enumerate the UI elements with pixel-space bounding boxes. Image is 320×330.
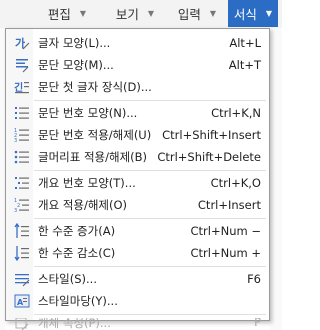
menu-item-para-number-toggle[interactable]: 1 2 3 문단 번호 적용/해제(U) Ctrl+Shift+Insert: [6, 124, 269, 146]
para-shape-icon: [14, 57, 30, 73]
menu-item-shortcut: Ctrl+Num −: [190, 224, 261, 238]
svg-text:3: 3: [14, 208, 17, 213]
svg-text:2: 2: [17, 203, 20, 209]
menu-separator: [34, 266, 266, 267]
menu-bar: 편집 ▼ 보기 ▼ 입력 ▼ 서식 ▼: [0, 0, 282, 29]
menu-item-label: 개요 번호 모양(T)...: [38, 176, 136, 190]
menu-separator: [34, 100, 266, 101]
menu-item-level-increase[interactable]: 한 수준 증가(A) Ctrl+Num −: [6, 220, 269, 242]
menu-format[interactable]: 서식 ▼: [228, 0, 278, 27]
menu-item-level-decrease[interactable]: 한 수준 감소(C) Ctrl+Num +: [6, 242, 269, 264]
menu-item-drop-cap[interactable]: 긴 문단 첫 글자 장식(D)...: [6, 76, 269, 98]
menu-edit[interactable]: 편집 ▼: [30, 0, 104, 27]
para-number-toggle-icon: 1 2 3: [14, 127, 30, 143]
chevron-down-icon: ▼: [265, 9, 273, 18]
menu-item-shortcut: F6: [247, 272, 261, 286]
menu-item-shortcut: Ctrl+Shift+Insert: [162, 128, 261, 142]
menu-item-para-number-shape[interactable]: 문단 번호 모양(N)... Ctrl+K,N: [6, 102, 269, 124]
menu-item-label: 문단 번호 모양(N)...: [38, 106, 138, 120]
outline-toggle-icon: 1 2 3: [14, 197, 30, 213]
menu-item-shortcut: Ctrl+Insert: [197, 198, 261, 212]
menu-view[interactable]: 보기 ▼: [104, 0, 166, 27]
menu-item-shortcut: Alt+T: [228, 58, 261, 72]
chevron-down-icon: ▼: [209, 9, 217, 18]
menu-item-shortcut: Alt+L: [229, 36, 261, 50]
menu-item-label: 문단 번호 적용/해제(U): [38, 128, 152, 142]
menu-item-label: 개체 속성(P)...: [38, 318, 111, 330]
menu-separator: [34, 218, 266, 219]
menu-item-label: 한 수준 증가(A): [38, 224, 116, 238]
bullet-toggle-icon: [14, 149, 30, 165]
menu-item-bullet-toggle[interactable]: 글머리표 적용/해제(B) Ctrl+Shift+Delete: [6, 146, 269, 168]
menu-item-shortcut: Ctrl+K,O: [210, 176, 261, 190]
menu-item-outline-toggle[interactable]: 1 2 3 개요 적용/해제(O) Ctrl+Insert: [6, 194, 269, 216]
svg-text:A: A: [17, 298, 24, 307]
level-decrease-icon: [14, 245, 30, 261]
para-number-shape-icon: [14, 105, 30, 121]
menu-item-label: 문단 모양(M)...: [38, 58, 114, 72]
menu-item-label: 글자 모양(L)...: [38, 36, 111, 50]
menu-separator: [34, 314, 266, 315]
chevron-down-icon: ▼: [147, 9, 155, 18]
menu-item-label: 글머리표 적용/해제(B): [38, 150, 148, 164]
svg-text:3: 3: [14, 138, 17, 143]
menu-insert[interactable]: 입력 ▼: [166, 0, 228, 27]
menu-view-label: 보기: [115, 7, 139, 22]
document-background-right: [270, 28, 282, 330]
menu-item-outline-number-shape[interactable]: 개요 번호 모양(T)... Ctrl+K,O: [6, 172, 269, 194]
menu-item-shortcut: P: [254, 318, 261, 329]
outline-number-shape-icon: [14, 175, 30, 191]
object-property-icon: [14, 318, 30, 330]
menu-item-label: 개요 적용/해제(O): [38, 198, 128, 212]
menu-item-shortcut: Ctrl+Num +: [190, 246, 261, 260]
menu-edit-label: 편집: [47, 7, 71, 22]
menu-item-label: 문단 첫 글자 장식(D)...: [38, 80, 152, 94]
format-dropdown-menu: 가 글자 모양(L)... Alt+L 문단 모양(M)... Alt+T 긴: [5, 28, 270, 321]
menu-item-style-gallery[interactable]: A 스타일마당(Y)...: [6, 290, 269, 312]
menu-item-label: 한 수준 감소(C): [38, 246, 116, 260]
menu-item-style[interactable]: 스타일(S)... F6: [6, 268, 269, 290]
char-shape-icon: 가: [14, 35, 30, 51]
menu-item-label: 스타일마당(Y)...: [38, 294, 118, 308]
menu-item-label: 스타일(S)...: [38, 272, 97, 286]
menu-separator: [34, 170, 266, 171]
menu-item-para-shape[interactable]: 문단 모양(M)... Alt+T: [6, 54, 269, 76]
menu-item-char-shape[interactable]: 가 글자 모양(L)... Alt+L: [6, 32, 269, 54]
style-gallery-icon: A: [14, 293, 30, 309]
chevron-down-icon: ▼: [79, 9, 87, 18]
style-icon: [14, 271, 30, 287]
drop-cap-icon: 긴: [14, 79, 30, 95]
menu-item-object-property: 개체 속성(P)... P: [6, 318, 269, 330]
menu-item-shortcut: Ctrl+K,N: [211, 106, 261, 120]
menu-format-label: 서식: [233, 7, 257, 22]
menu-insert-label: 입력: [177, 7, 201, 22]
level-increase-icon: [14, 223, 30, 239]
menu-item-shortcut: Ctrl+Shift+Delete: [157, 150, 261, 164]
